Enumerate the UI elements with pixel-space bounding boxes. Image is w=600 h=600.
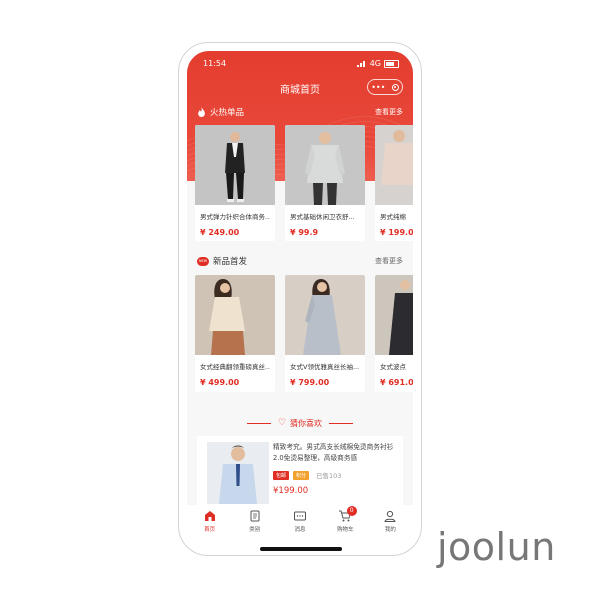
status-right: 4G xyxy=(356,59,399,68)
status-bar: 11:54 4G xyxy=(187,57,413,71)
hot-section-header: 火热单品 查看更多 xyxy=(197,105,403,119)
product-price: ¥ 799.00 xyxy=(290,378,330,387)
tab-category[interactable]: 类别 xyxy=(232,505,277,543)
tab-label: 消息 xyxy=(294,527,306,533)
product-card[interactable]: 女式经典翻领重磅真丝... ¥ 499.00 xyxy=(195,275,275,392)
new-products-row: 女式经典翻领重磅真丝... ¥ 499.00 女式V领优雅真丝长袖... ¥ 7… xyxy=(195,275,413,393)
points-tag: 积分 xyxy=(293,470,310,480)
product-price: ¥ 691.0 xyxy=(380,378,413,387)
tab-label: 类别 xyxy=(249,527,261,533)
hot-section-title: 火热单品 xyxy=(210,108,245,118)
phone-frame: 11:54 4G 商城首页 ••• 火热单品 查看更多 男式弹力针织合体商务..… xyxy=(178,42,422,556)
status-time: 11:54 xyxy=(203,59,227,68)
battery-icon xyxy=(384,59,399,68)
product-image xyxy=(285,275,365,355)
divider-line xyxy=(329,422,354,424)
category-icon xyxy=(248,509,262,523)
new-section-header: NEW 新品首发 查看更多 xyxy=(197,254,403,268)
more-menu-icon[interactable]: ••• xyxy=(371,83,385,92)
brand-logo: joolun xyxy=(437,525,556,569)
product-card[interactable]: 男式弹力针织合体商务... ¥ 249.00 xyxy=(195,125,275,241)
product-name: 男式纯棉 xyxy=(380,213,406,221)
product-name: 女式波点 xyxy=(380,363,406,371)
product-tags: 包邮 积分 已售103 xyxy=(273,470,341,480)
product-description: 精致考究。男式高支长绒棉免烫商务衬衫2.0免烫易整理，高级商务感 xyxy=(273,443,394,462)
product-card[interactable]: 男式基础休闲卫衣舒... ¥ 99.9 xyxy=(285,125,365,241)
product-card[interactable]: 女式V领优雅真丝长袖... ¥ 799.00 xyxy=(285,275,365,392)
product-price: ¥199.00 xyxy=(273,486,309,496)
product-image xyxy=(195,275,275,355)
product-card[interactable]: 女式波点 ¥ 691.0 xyxy=(375,275,413,392)
new-section-title: 新品首发 xyxy=(213,257,248,267)
tab-home[interactable]: 首页 xyxy=(187,505,232,543)
network-label: 4G xyxy=(369,59,381,68)
user-icon xyxy=(383,509,397,523)
cart-count-badge: 0 xyxy=(346,506,357,516)
product-price: ¥ 499.00 xyxy=(200,378,240,387)
product-name: 男式弹力针织合体商务... xyxy=(200,213,270,221)
home-indicator xyxy=(260,547,342,551)
product-price: ¥ 99.9 xyxy=(290,228,319,237)
new-badge-icon: NEW xyxy=(197,256,209,266)
recommended-product-card[interactable]: 精致考究。男式高支长绒棉免烫商务衬衫2.0免烫易整理，高级商务感 包邮 积分 已… xyxy=(197,436,403,506)
tab-messages[interactable]: 消息 xyxy=(277,505,322,543)
tab-label: 首页 xyxy=(204,527,216,533)
product-image xyxy=(207,442,269,504)
heart-icon: ♡ xyxy=(277,418,287,428)
product-price: ¥ 249.00 xyxy=(200,228,240,237)
app-screen: 11:54 4G 商城首页 ••• 火热单品 查看更多 男式弹力针织合体商务..… xyxy=(187,51,413,543)
message-icon xyxy=(293,509,307,523)
product-image xyxy=(375,125,413,205)
sold-count: 已售103 xyxy=(316,472,342,480)
divider-line xyxy=(246,422,271,424)
product-name: 女式V领优雅真丝长袖... xyxy=(290,363,360,371)
guess-section-title: 猜你喜欢 xyxy=(290,418,323,428)
new-see-more-link[interactable]: 查看更多 xyxy=(375,256,403,266)
free-shipping-tag: 包邮 xyxy=(273,470,290,480)
tab-label: 我的 xyxy=(384,527,396,533)
product-card[interactable]: 男式纯棉 ¥ 199.0 xyxy=(375,125,413,241)
bottom-tab-bar: 首页 类别 消息 0 购物车 我的 xyxy=(187,505,413,543)
tab-profile[interactable]: 我的 xyxy=(368,505,413,543)
miniprogram-capsule[interactable]: ••• xyxy=(367,79,403,95)
tab-label: 购物车 xyxy=(336,527,354,533)
close-miniprogram-icon[interactable] xyxy=(391,83,399,91)
product-price: ¥ 199.0 xyxy=(380,228,413,237)
product-image xyxy=(195,125,275,205)
home-icon xyxy=(203,509,217,523)
tab-cart[interactable]: 0 购物车 xyxy=(323,505,368,543)
product-name: 男式基础休闲卫衣舒... xyxy=(290,213,355,221)
hot-products-row: 男式弹力针织合体商务... ¥ 249.00 男式基础休闲卫衣舒... ¥ 99… xyxy=(195,125,413,242)
guess-section-header: ♡ 猜你喜欢 xyxy=(187,416,413,430)
product-name: 女式经典翻领重磅真丝... xyxy=(200,363,270,371)
hot-see-more-link[interactable]: 查看更多 xyxy=(375,107,403,117)
signal-icon xyxy=(356,60,367,67)
fire-icon xyxy=(198,107,205,117)
product-image xyxy=(375,275,413,355)
product-image xyxy=(285,125,365,205)
